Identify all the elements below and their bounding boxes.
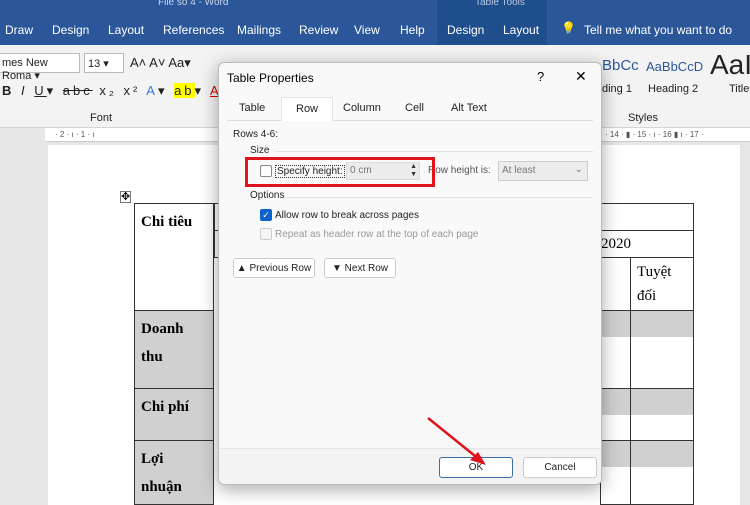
options-label: Options [250, 190, 285, 201]
tab-cell[interactable]: Cell [395, 98, 434, 120]
tab-column[interactable]: Column [333, 98, 391, 120]
cancel-button[interactable]: Cancel [523, 457, 597, 478]
table-cell [600, 440, 631, 505]
tab-draw[interactable]: Draw [5, 23, 33, 37]
tab-mailings[interactable]: Mailings [237, 23, 281, 37]
rows-label: Rows 4-6: [233, 129, 279, 140]
tab-design[interactable]: Design [52, 23, 89, 37]
table-cell [600, 310, 631, 389]
style-heading1[interactable]: BbCc [602, 57, 639, 74]
row-height-select[interactable]: At least ⌄ [498, 161, 588, 181]
close-button[interactable]: ✕ [575, 68, 587, 85]
highlight-box [245, 157, 435, 187]
table-move-handle-icon[interactable]: ✥ [120, 191, 132, 203]
tab-view[interactable]: View [354, 23, 380, 37]
tab-table-layout[interactable]: Layout [503, 23, 539, 37]
tab-references[interactable]: References [163, 23, 224, 37]
next-row-button[interactable]: ▼ Next Row [324, 258, 396, 278]
tab-layout[interactable]: Layout [108, 23, 144, 37]
grow-font-icon[interactable]: A˄ A˅ Aa▾ [130, 55, 191, 71]
font-name-box[interactable]: mes New Roma ▾ [0, 53, 80, 82]
style-label: Title [729, 83, 750, 95]
chevron-down-icon: ⌄ [574, 164, 583, 175]
table-cell [630, 388, 694, 441]
repeat-header-checkbox [260, 228, 272, 240]
lightbulb-icon: 💡 [561, 21, 576, 35]
table-cell [630, 440, 694, 505]
size-label: Size [250, 145, 270, 156]
allow-break-label[interactable]: Allow row to break across pages [275, 210, 419, 221]
table-row-revenue[interactable]: Doanh thu [134, 310, 214, 389]
style-label: Heading 2 [648, 83, 699, 95]
annotation-arrow-icon [427, 417, 486, 465]
style-label: ding 1 [602, 83, 632, 95]
tab-row[interactable]: Row [281, 97, 334, 121]
style-title[interactable]: AaI [710, 49, 750, 81]
row-height-is-label: Row height is: [428, 165, 491, 176]
table-cell [630, 310, 694, 389]
table-cell[interactable] [600, 257, 631, 311]
table-cell [600, 388, 631, 441]
title-bar: File so 4 - Word [0, 0, 750, 15]
dialog-title: Table Properties [227, 71, 314, 85]
font-size-box[interactable]: 13 ▾ [84, 53, 124, 73]
tab-review[interactable]: Review [299, 23, 338, 37]
tab-alt-text[interactable]: Alt Text [441, 98, 497, 120]
tab-table-design[interactable]: Design [447, 23, 484, 37]
previous-row-button[interactable]: ▲ Previous Row [233, 258, 315, 278]
help-button[interactable]: ? [537, 69, 544, 84]
table-row-cost[interactable]: Chi phí [134, 388, 214, 441]
table-row-profit[interactable]: Lợi nhuận [134, 440, 214, 505]
tab-table[interactable]: Table [229, 98, 275, 120]
allow-break-checkbox[interactable]: ✓ [260, 209, 272, 221]
repeat-header-label: Repeat as header row at the top of each … [275, 229, 479, 240]
format-icons[interactable]: B I U▾ abc x₂ x² A▾ ab▾ A [2, 83, 222, 99]
table-cell-header[interactable]: Chi tiêu [134, 203, 214, 311]
styles-group-label: Styles [628, 112, 658, 124]
table-properties-dialog: Table Properties ? ✕ Table Row Column Ce… [218, 62, 602, 485]
window-title: File so 4 - Word [158, 0, 229, 8]
tab-help[interactable]: Help [400, 23, 425, 37]
table-cell-abs[interactable]: Tuyệt đối [630, 257, 694, 311]
style-heading2[interactable]: AaBbCcD [646, 59, 703, 74]
tell-me-search[interactable]: Tell me what you want to do [584, 23, 732, 37]
context-title: Table Tools [475, 0, 525, 8]
font-group-label: Font [90, 112, 113, 124]
